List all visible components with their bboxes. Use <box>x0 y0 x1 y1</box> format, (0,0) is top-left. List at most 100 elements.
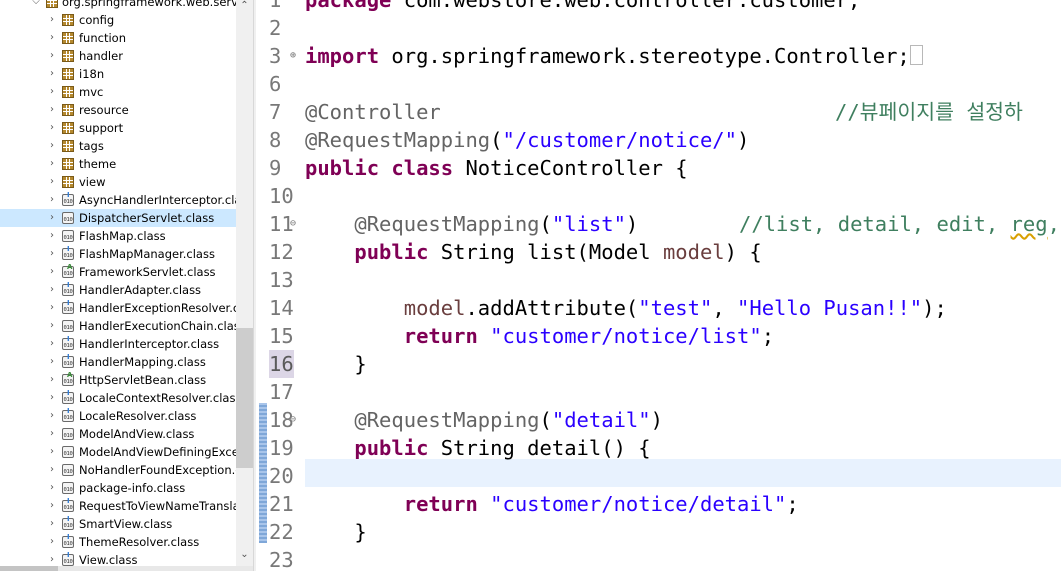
chevron-right-icon[interactable]: › <box>46 299 58 317</box>
code-line[interactable]: 12 public String list(Model model) { <box>257 238 1061 266</box>
tree-item-class[interactable]: › 010 A FrameworkServlet.class <box>0 263 236 281</box>
chevron-right-icon[interactable]: › <box>46 461 58 479</box>
tree-item-class[interactable]: › 010 I AsyncHandlerInterceptor.class <box>0 191 236 209</box>
code-line[interactable]: 23 <box>257 546 1061 571</box>
code-line[interactable]: 15 return "customer/notice/list"; <box>257 322 1061 350</box>
code-line[interactable]: 20 <box>257 462 1061 490</box>
chevron-right-icon[interactable]: › <box>46 137 58 155</box>
chevron-right-icon[interactable]: › <box>46 119 58 137</box>
code-line[interactable]: 13 <box>257 266 1061 294</box>
code-editor[interactable]: 1 package com.webstore.web.controller.cus… <box>257 0 1061 571</box>
folded-imports-marker[interactable] <box>909 45 923 65</box>
chevron-right-icon[interactable]: › <box>46 191 58 209</box>
tree-item-class[interactable]: › 010I HandlerExceptionResolver.class <box>0 299 236 317</box>
tree-item-label: support <box>79 121 124 135</box>
code-line[interactable]: 17 <box>257 378 1061 406</box>
chevron-right-icon[interactable]: › <box>46 335 58 353</box>
tree-item-class[interactable]: › 010 I HandlerAdapter.class <box>0 281 236 299</box>
code-line[interactable]: 2 <box>257 14 1061 42</box>
code-line[interactable]: 3 ⊕ import org.springframework.stereotype.… <box>257 42 1061 70</box>
code-line[interactable]: 10 <box>257 182 1061 210</box>
package-icon <box>62 32 74 44</box>
code-line[interactable]: 16 } <box>257 350 1061 378</box>
tree-item-class[interactable]: › 010 I LocaleResolver.class <box>0 407 236 425</box>
code-line[interactable]: 18 ⊖ @RequestMapping("detail") <box>257 406 1061 434</box>
tree-item-class[interactable]: › 010 I SmartView.class <box>0 515 236 533</box>
chevron-right-icon[interactable]: › <box>46 173 58 191</box>
panel-splitter[interactable] <box>253 0 256 571</box>
chevron-right-icon[interactable]: › <box>46 533 58 551</box>
tree-item-package[interactable]: › resource <box>0 101 236 119</box>
chevron-right-icon[interactable]: › <box>46 227 58 245</box>
chevron-right-icon[interactable]: › <box>46 209 58 227</box>
code-text: return "customer/notice/list"; <box>403 324 775 348</box>
chevron-right-icon[interactable]: › <box>46 479 58 497</box>
chevron-right-icon[interactable]: › <box>46 515 58 533</box>
tree-item-class[interactable]: › 010 ModelAndViewDefiningException.class <box>0 443 236 461</box>
tree-item-package[interactable]: › tags <box>0 137 236 155</box>
tree-item-class[interactable]: › 010 DispatcherServlet.class <box>0 209 236 227</box>
code-line[interactable]: 14 model.addAttribute("test", "Hello Pus… <box>257 294 1061 322</box>
code-line[interactable]: 1 package com.webstore.web.controller.cus… <box>257 0 1061 14</box>
chevron-right-icon[interactable]: › <box>46 371 58 389</box>
code-line[interactable]: 8 @RequestMapping("/customer/notice/") <box>257 126 1061 154</box>
chevron-right-icon[interactable]: › <box>46 353 58 371</box>
chevron-right-icon[interactable]: › <box>46 65 58 83</box>
tree-item-class[interactable]: › 010 HandlerExecutionChain.class <box>0 317 236 335</box>
scroll-down-icon[interactable]: ⌄ <box>236 549 253 560</box>
tree-item-package[interactable]: › mvc <box>0 83 236 101</box>
tree-item-class[interactable]: › 010 NoHandlerFoundException.class <box>0 461 236 479</box>
code-line[interactable]: 9 public class NoticeController { <box>257 154 1061 182</box>
tree-item-class[interactable]: › 010 FlashMap.class <box>0 227 236 245</box>
tree-item-class[interactable]: › 010I RequestToViewNameTranslator.class <box>0 497 236 515</box>
tree-item-package[interactable]: › handler <box>0 47 236 65</box>
code-text: import org.springframework.stereotype.Co… <box>305 42 923 70</box>
chevron-right-icon[interactable]: › <box>46 281 58 299</box>
scroll-up-icon[interactable]: ⌃ <box>236 0 253 11</box>
chevron-right-icon[interactable]: › <box>46 47 58 65</box>
chevron-right-icon[interactable]: › <box>46 245 58 263</box>
chevron-right-icon[interactable]: › <box>46 83 58 101</box>
tree-root-package[interactable]: ⌵ org.springframework.web.servlet <box>0 0 236 11</box>
tree-item-class[interactable]: › 010 A HttpServletBean.class <box>0 371 236 389</box>
code-line[interactable]: 19 public String detail() { <box>257 434 1061 462</box>
chevron-right-icon[interactable]: › <box>46 317 58 335</box>
tree-item-package[interactable]: › i18n <box>0 65 236 83</box>
tree-item-class[interactable]: › 010 I HandlerInterceptor.class <box>0 335 236 353</box>
tree-item-package[interactable]: › config <box>0 11 236 29</box>
tree-item-package[interactable]: › theme <box>0 155 236 173</box>
fold-collapse-icon[interactable]: ⊖ <box>290 406 296 434</box>
code-line[interactable]: 22 } <box>257 518 1061 546</box>
code-line[interactable]: 11 ⊖ @RequestMapping("list")//list, detai… <box>257 210 1061 238</box>
tree-item-class[interactable]: › 010 I LocaleContextResolver.class <box>0 389 236 407</box>
fold-collapse-icon[interactable]: ⊖ <box>290 210 296 238</box>
chevron-right-icon[interactable]: › <box>46 155 58 173</box>
tree-item-class[interactable]: › 010 package-info.class <box>0 479 236 497</box>
chevron-right-icon[interactable]: › <box>46 443 58 461</box>
fold-expand-icon[interactable]: ⊕ <box>290 42 296 70</box>
chevron-right-icon[interactable]: › <box>46 263 58 281</box>
chevron-right-icon[interactable]: › <box>46 425 58 443</box>
tree-item-class[interactable]: › 010 ModelAndView.class <box>0 425 236 443</box>
chevron-right-icon[interactable]: › <box>46 29 58 47</box>
chevron-right-icon[interactable]: › <box>46 407 58 425</box>
chevron-down-icon[interactable]: ⌵ <box>30 0 42 11</box>
line-number: 22 <box>269 520 294 544</box>
code-line[interactable]: 6 <box>257 70 1061 98</box>
tree-item-package[interactable]: › support <box>0 119 236 137</box>
tree-horizontal-scroll-thumb[interactable] <box>0 566 58 571</box>
class-file-icon: 010 I <box>62 533 74 548</box>
tree-scroll-thumb[interactable] <box>236 328 253 468</box>
tree-item-class[interactable]: › 010 I HandlerMapping.class <box>0 353 236 371</box>
chevron-right-icon[interactable]: › <box>46 497 58 515</box>
code-line[interactable]: 21 return "customer/notice/detail"; <box>257 490 1061 518</box>
chevron-right-icon[interactable]: › <box>46 101 58 119</box>
tree-item-package[interactable]: › function <box>0 29 236 47</box>
chevron-right-icon[interactable]: › <box>46 11 58 29</box>
tree-scrollbar[interactable]: ⌃ ⌄ <box>236 0 253 571</box>
tree-item-class[interactable]: › 010 I FlashMapManager.class <box>0 245 236 263</box>
tree-item-class[interactable]: › 010 I ThemeResolver.class <box>0 533 236 551</box>
chevron-right-icon[interactable]: › <box>46 389 58 407</box>
code-line[interactable]: 7 @Controller //뷰페이지를 설정하 <box>257 98 1061 126</box>
tree-item-package[interactable]: › view <box>0 173 236 191</box>
